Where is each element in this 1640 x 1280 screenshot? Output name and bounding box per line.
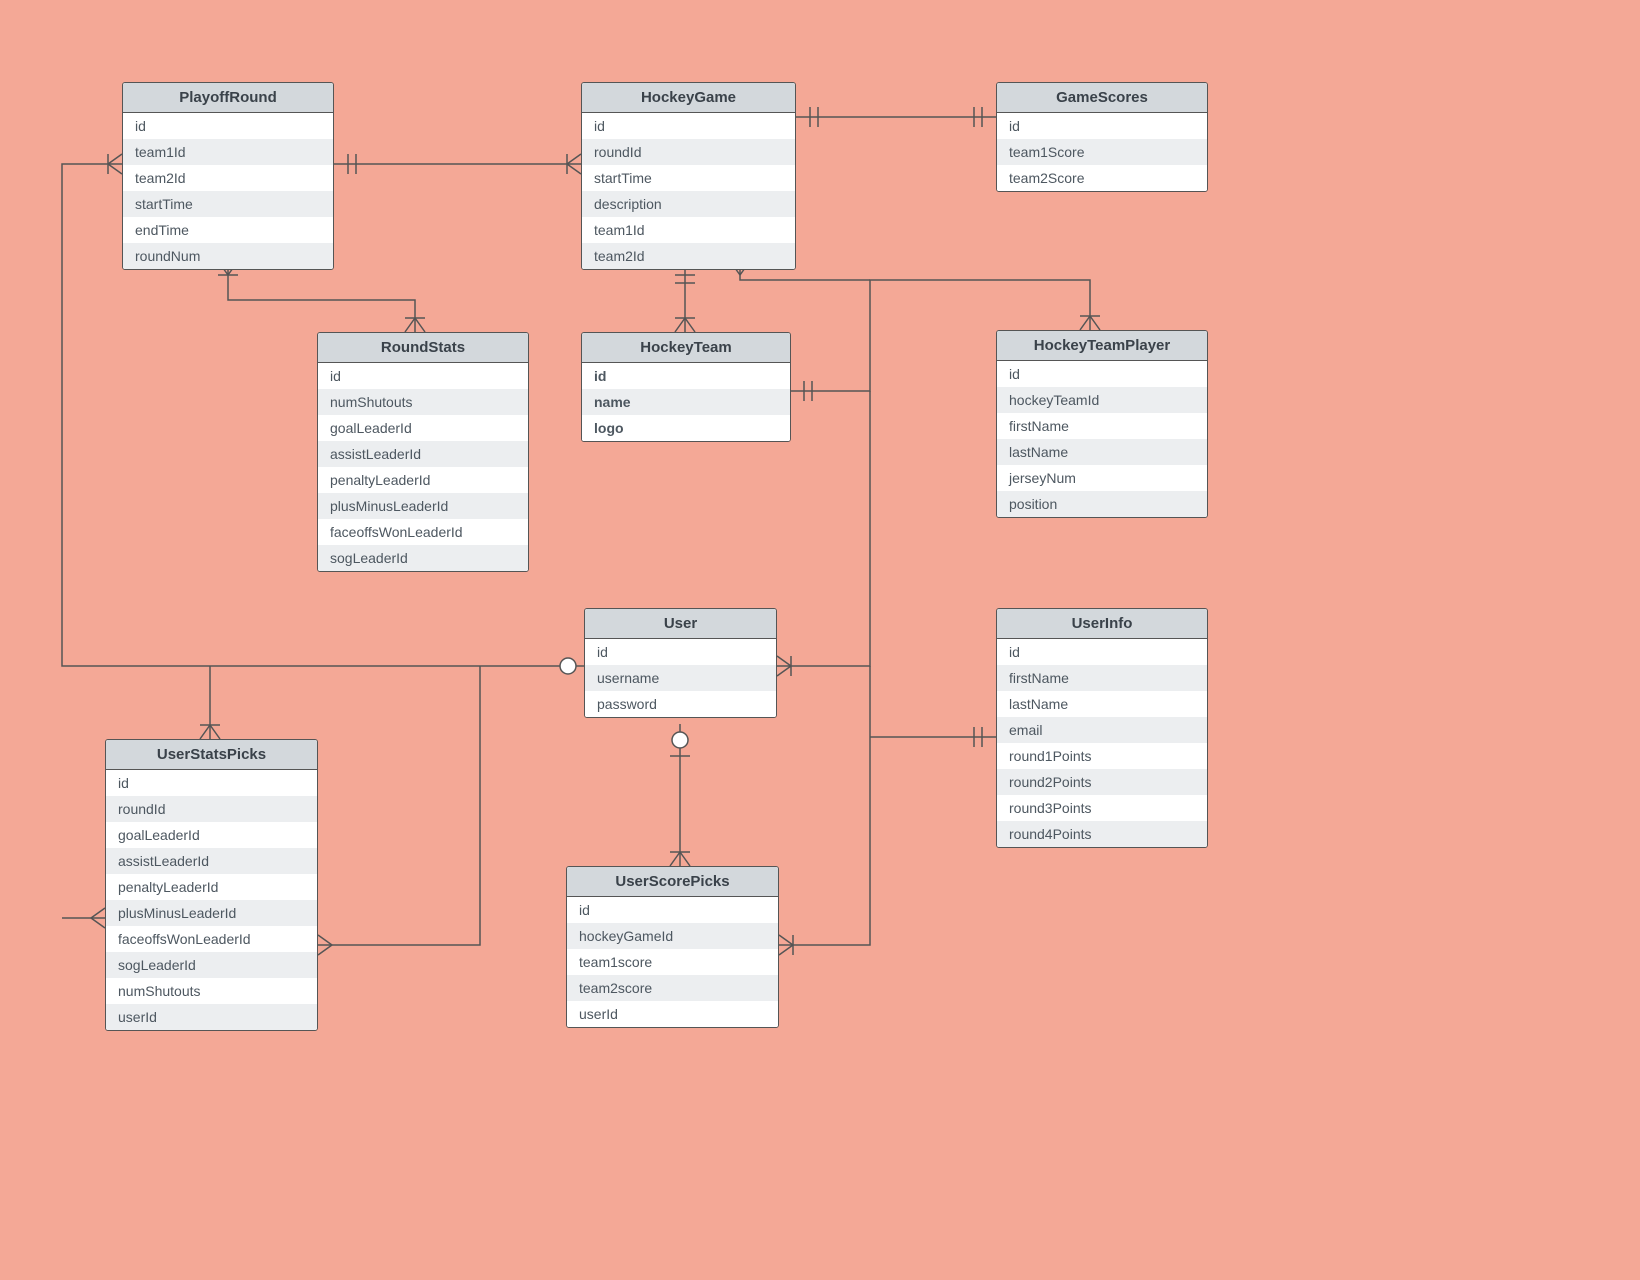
entity-field: sogLeaderId	[318, 545, 528, 571]
entity-field: name	[582, 389, 790, 415]
entity-title: User	[585, 609, 776, 639]
entity-field: round4Points	[997, 821, 1207, 847]
entity-hockeyteam: HockeyTeam id name logo	[581, 332, 791, 442]
entity-field: hockeyGameId	[567, 923, 778, 949]
entity-field: username	[585, 665, 776, 691]
entity-field: logo	[582, 415, 790, 441]
entity-title: RoundStats	[318, 333, 528, 363]
entity-field: id	[997, 361, 1207, 387]
entity-field: roundId	[582, 139, 795, 165]
entity-field: numShutouts	[106, 978, 317, 1004]
entity-field: id	[997, 113, 1207, 139]
entity-title: HockeyTeamPlayer	[997, 331, 1207, 361]
entity-field: team1Score	[997, 139, 1207, 165]
entity-field: team2Id	[123, 165, 333, 191]
entity-field: roundId	[106, 796, 317, 822]
entity-field: team2score	[567, 975, 778, 1001]
entity-field: plusMinusLeaderId	[106, 900, 317, 926]
entity-playoffround: PlayoffRound id team1Id team2Id startTim…	[122, 82, 334, 270]
entity-field: team1Id	[582, 217, 795, 243]
entity-field: id	[997, 639, 1207, 665]
entity-field: penaltyLeaderId	[106, 874, 317, 900]
entity-hockeygame: HockeyGame id roundId startTime descript…	[581, 82, 796, 270]
entity-field: roundNum	[123, 243, 333, 269]
entity-field: position	[997, 491, 1207, 517]
entity-field: goalLeaderId	[106, 822, 317, 848]
entity-field: jerseyNum	[997, 465, 1207, 491]
entity-field: round1Points	[997, 743, 1207, 769]
entity-field: faceoffsWonLeaderId	[106, 926, 317, 952]
entity-field: firstName	[997, 413, 1207, 439]
entity-field: assistLeaderId	[318, 441, 528, 467]
entity-field: userId	[106, 1004, 317, 1030]
entity-field: assistLeaderId	[106, 848, 317, 874]
entity-field: id	[567, 897, 778, 923]
entity-field: firstName	[997, 665, 1207, 691]
entity-field: team1score	[567, 949, 778, 975]
entity-title: GameScores	[997, 83, 1207, 113]
entity-title: PlayoffRound	[123, 83, 333, 113]
entity-field: userId	[567, 1001, 778, 1027]
entity-title: UserScorePicks	[567, 867, 778, 897]
entity-field: description	[582, 191, 795, 217]
entity-user: User id username password	[584, 608, 777, 718]
entity-field: penaltyLeaderId	[318, 467, 528, 493]
entity-field: team2Id	[582, 243, 795, 269]
entity-field: startTime	[582, 165, 795, 191]
entity-field: team1Id	[123, 139, 333, 165]
entity-field: id	[582, 363, 790, 389]
entity-field: id	[106, 770, 317, 796]
entity-field: faceoffsWonLeaderId	[318, 519, 528, 545]
entity-field: email	[997, 717, 1207, 743]
entity-field: password	[585, 691, 776, 717]
entity-title: UserStatsPicks	[106, 740, 317, 770]
entity-hockeyteamplayer: HockeyTeamPlayer id hockeyTeamId firstNa…	[996, 330, 1208, 518]
entity-field: goalLeaderId	[318, 415, 528, 441]
entity-gamescores: GameScores id team1Score team2Score	[996, 82, 1208, 192]
entity-field: lastName	[997, 691, 1207, 717]
entity-field: id	[318, 363, 528, 389]
entity-title: HockeyTeam	[582, 333, 790, 363]
entity-roundstats: RoundStats id numShutouts goalLeaderId a…	[317, 332, 529, 572]
entity-field: team2Score	[997, 165, 1207, 191]
entity-field: id	[582, 113, 795, 139]
entity-title: UserInfo	[997, 609, 1207, 639]
entity-field: round2Points	[997, 769, 1207, 795]
entity-field: hockeyTeamId	[997, 387, 1207, 413]
entity-userstatspicks: UserStatsPicks id roundId goalLeaderId a…	[105, 739, 318, 1031]
entity-userscorepicks: UserScorePicks id hockeyGameId team1scor…	[566, 866, 779, 1028]
entity-field: endTime	[123, 217, 333, 243]
entity-field: lastName	[997, 439, 1207, 465]
entity-field: numShutouts	[318, 389, 528, 415]
entity-field: id	[123, 113, 333, 139]
entity-field: startTime	[123, 191, 333, 217]
entity-field: plusMinusLeaderId	[318, 493, 528, 519]
entity-field: sogLeaderId	[106, 952, 317, 978]
entity-field: id	[585, 639, 776, 665]
entity-userinfo: UserInfo id firstName lastName email rou…	[996, 608, 1208, 848]
entity-field: round3Points	[997, 795, 1207, 821]
entity-title: HockeyGame	[582, 83, 795, 113]
